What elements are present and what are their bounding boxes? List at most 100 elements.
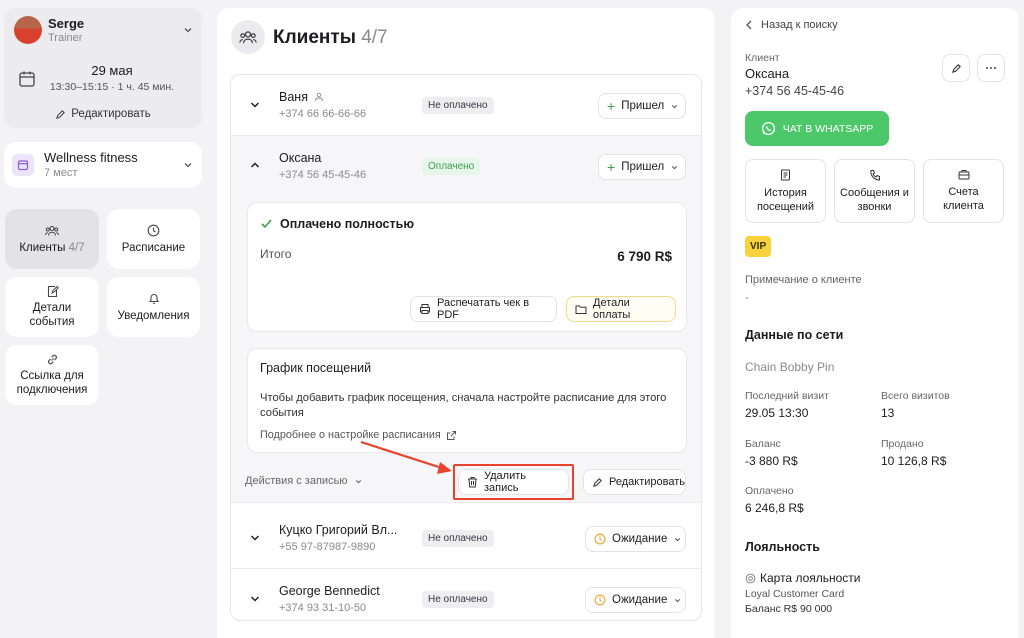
record-actions-dropdown[interactable]: Действия с записью <box>245 475 363 487</box>
clients-panel: Клиенты 4/7 Ваня +374 66 66-66-66 Не опл… <box>217 8 715 638</box>
client-name: Оксана <box>279 151 322 165</box>
attendance-dropdown[interactable]: Ожидание <box>585 587 686 613</box>
attendance-dropdown[interactable]: + Пришел <box>598 154 686 180</box>
payment-card: Оплачено полностью Итого 6 790 R$ Распеч… <box>247 202 687 332</box>
list-item[interactable]: Куцко Григорий Вл... +55 97-87987-9890 Н… <box>231 508 701 568</box>
calendar-badge-icon <box>12 154 34 176</box>
nav-notifications[interactable]: Уведомления <box>107 277 200 337</box>
chevron-down-icon <box>670 102 679 111</box>
chevron-down-icon <box>670 163 679 172</box>
note-label: Примечание о клиенте <box>745 274 862 286</box>
client-invoices-label: Счета клиента <box>943 186 984 212</box>
venue-places: 7 мест <box>44 167 78 179</box>
plus-icon: + <box>607 98 616 114</box>
printer-icon <box>419 303 431 315</box>
whatsapp-icon <box>761 121 776 136</box>
briefcase-icon <box>958 169 970 180</box>
nav-event-details[interactable]: Детали события <box>5 277 99 337</box>
last-visit-label: Последний визит <box>745 390 829 402</box>
edit-event-button[interactable]: Редактировать <box>4 108 202 120</box>
print-pdf-button[interactable]: Распечатать чек в PDF <box>410 296 557 322</box>
payment-details-label: Детали оплаты <box>593 297 631 321</box>
divider <box>231 502 701 503</box>
paid-full-label: Оплачено полностью <box>280 217 414 231</box>
more-options-button[interactable] <box>977 54 1005 82</box>
messages-calls-tile[interactable]: Сообщения и звонки <box>834 159 915 223</box>
client-phone: +55 97-87987-9890 <box>279 541 376 553</box>
attendance-label: Ожидание <box>612 533 668 545</box>
nav-schedule-label: Расписание <box>121 242 186 254</box>
chevron-left-icon <box>745 20 753 30</box>
chevron-up-icon[interactable] <box>249 159 261 171</box>
nav-schedule[interactable]: Расписание <box>107 209 200 269</box>
list-item[interactable]: Оксана +374 56 45-45-46 Оплачено + Прише… <box>231 136 701 196</box>
nav-connection-link[interactable]: Ссылка для подключения <box>5 345 99 405</box>
folder-icon <box>575 304 587 315</box>
chevron-down-icon <box>673 535 682 544</box>
chevron-down-icon[interactable] <box>182 24 194 36</box>
chevron-down-icon <box>182 159 194 171</box>
status-badge: Оплачено <box>422 158 481 175</box>
user-name: Serge <box>48 16 85 31</box>
client-detail-panel: Назад к поиску Клиент Оксана +374 56 45-… <box>731 8 1019 638</box>
loyalty-card-name: Loyal Customer Card <box>745 588 845 600</box>
client-name: George Bennedict <box>279 584 380 598</box>
event-time: 13:30–15:15 · 1 ч. 45 мин. <box>49 81 175 93</box>
last-visit-value: 29.05 13:30 <box>745 406 809 420</box>
attendance-label: Ожидание <box>612 594 668 606</box>
client-list: Ваня +374 66 66-66-66 Не оплачено + Приш… <box>230 74 702 621</box>
chevron-down-icon[interactable] <box>249 532 261 544</box>
phone-icon <box>869 169 881 181</box>
paid-label: Оплачено <box>745 485 794 497</box>
client-invoices-tile[interactable]: Счета клиента <box>923 159 1004 223</box>
list-item[interactable]: George Bennedict +374 93 31-10-50 Не опл… <box>231 569 701 620</box>
venue-selector[interactable]: Wellness fitness 7 мест <box>4 142 202 188</box>
nav-clients[interactable]: Клиенты 4/7 <box>5 209 99 269</box>
client-phone: +374 56 45-45-46 <box>279 169 367 181</box>
edit-record-button[interactable]: Редактировать <box>583 469 686 495</box>
page-title: Клиенты 4/7 <box>273 27 388 49</box>
status-badge: Не оплачено <box>422 530 494 547</box>
client-label: Клиент <box>745 52 780 64</box>
highlight-box <box>453 464 574 500</box>
status-badge: Не оплачено <box>422 97 494 114</box>
back-to-search-link[interactable]: Назад к поиску <box>745 19 838 31</box>
visits-text: Чтобы добавить график посещения, сначала… <box>260 392 667 419</box>
chevron-down-icon[interactable] <box>249 593 261 605</box>
whatsapp-label: ЧАТ В WHATSAPP <box>782 122 874 135</box>
users-icon <box>45 225 59 237</box>
balance-value: -3 880 R$ <box>745 454 798 468</box>
avatar <box>14 16 42 44</box>
pencil-icon <box>592 477 603 488</box>
messages-calls-label: Сообщения и звонки <box>840 186 909 213</box>
attendance-dropdown[interactable]: Ожидание <box>585 526 686 552</box>
chevron-down-icon[interactable] <box>249 99 261 111</box>
nav-notifications-label: Уведомления <box>117 310 190 322</box>
calendar-icon <box>18 70 36 88</box>
document-edit-icon <box>46 285 59 298</box>
list-item[interactable]: Ваня +374 66 66-66-66 Не оплачено + Приш… <box>231 75 701 135</box>
visit-history-tile[interactable]: История посещений <box>745 159 826 223</box>
client-name: Куцко Григорий Вл... <box>279 523 398 537</box>
loyalty-card[interactable]: Карта лояльности <box>745 571 861 585</box>
client-name: Оксана <box>745 66 790 81</box>
edit-event-label: Редактировать <box>71 108 151 120</box>
link-icon <box>46 353 59 366</box>
balance-label: Баланс <box>745 438 781 450</box>
more-icon <box>985 66 997 70</box>
payment-details-button[interactable]: Детали оплаты <box>566 296 676 322</box>
venue-name: Wellness fitness <box>44 150 138 165</box>
loyalty-title: Лояльность <box>745 540 820 554</box>
clock-icon <box>147 224 160 237</box>
client-phone: +374 56 45-45-46 <box>745 84 845 98</box>
status-badge: Не оплачено <box>422 591 494 608</box>
attendance-dropdown[interactable]: + Пришел <box>598 93 686 119</box>
total-value: 6 790 R$ <box>617 249 672 264</box>
total-visits-label: Всего визитов <box>881 390 950 402</box>
whatsapp-button[interactable]: ЧАТ В WHATSAPP <box>745 111 889 146</box>
client-phone: +374 66 66-66-66 <box>279 108 367 120</box>
edit-client-button[interactable] <box>942 54 970 82</box>
bell-icon <box>148 292 160 305</box>
users-icon <box>231 20 265 54</box>
print-pdf-label: Распечатать чек в PDF <box>437 297 530 321</box>
